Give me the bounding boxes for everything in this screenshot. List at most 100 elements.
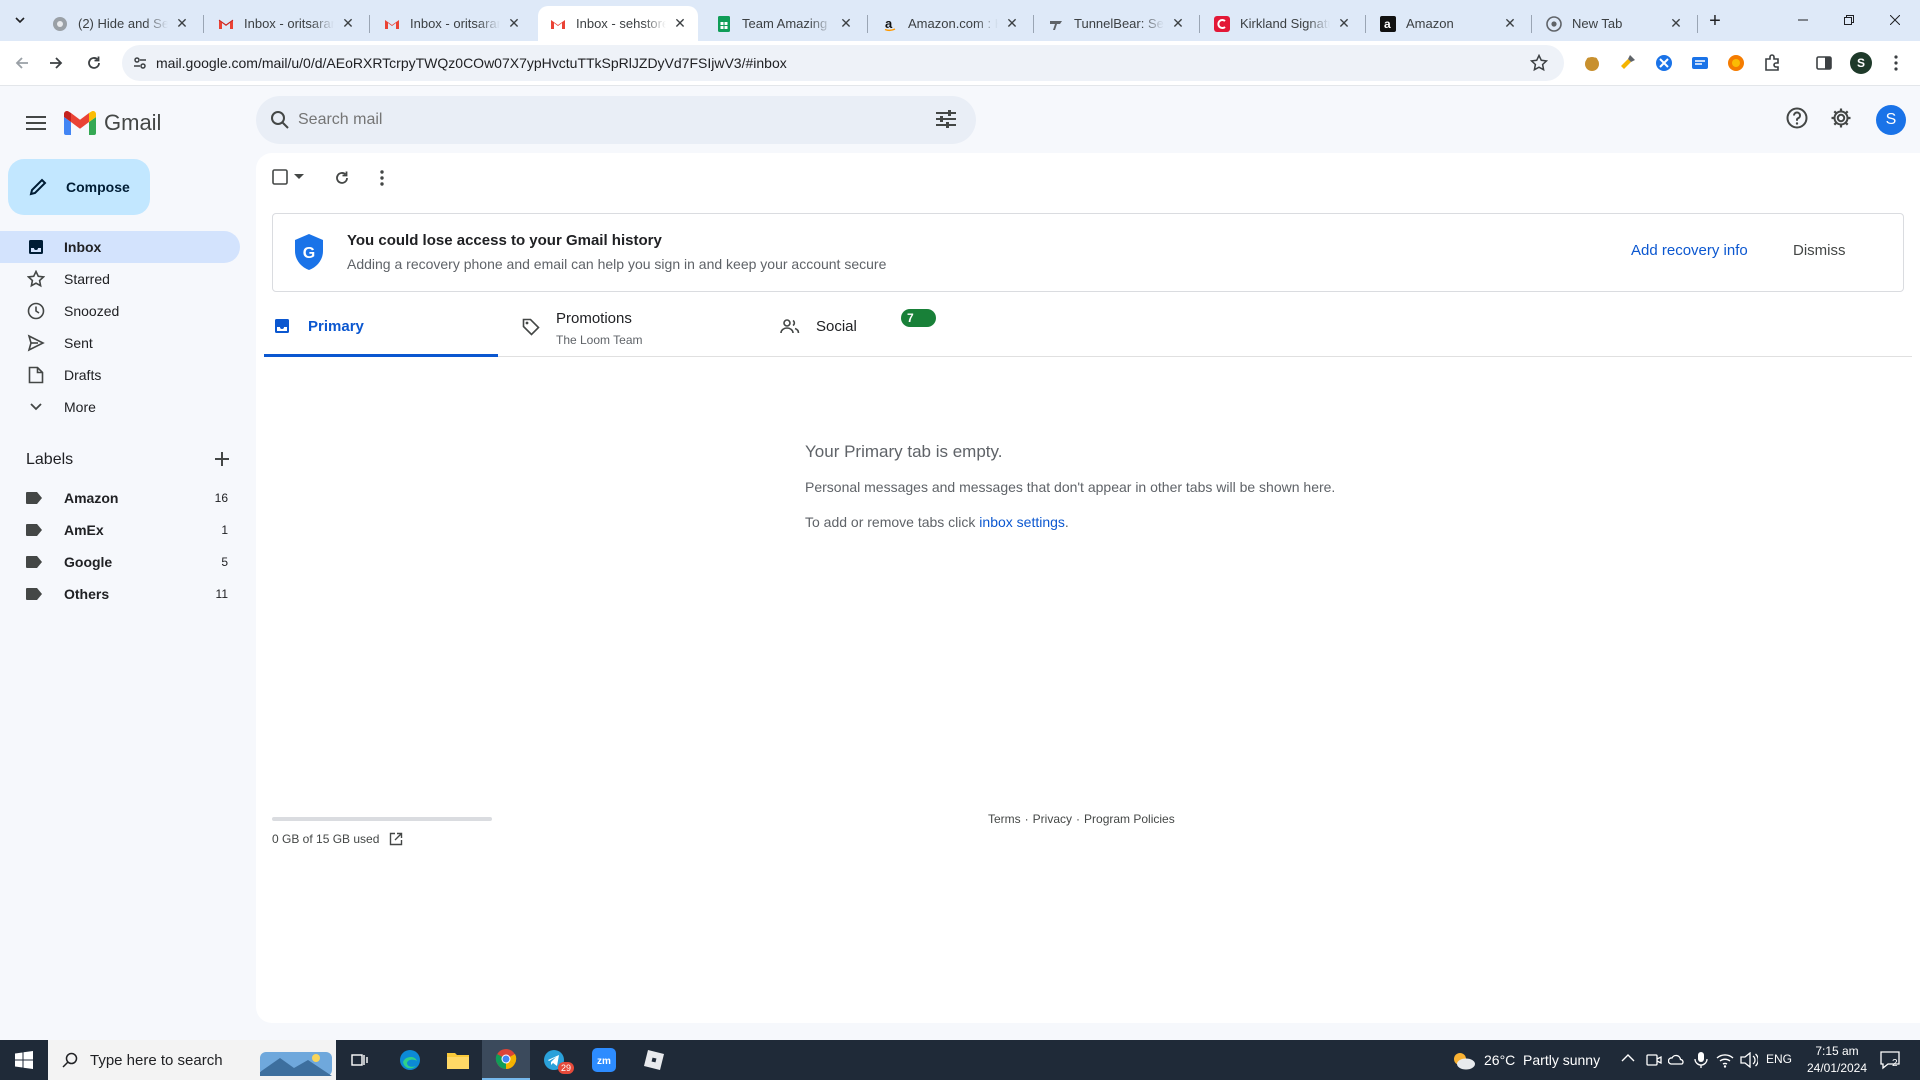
settings-gear-icon[interactable] xyxy=(1830,107,1852,129)
minimize-button[interactable] xyxy=(1780,6,1826,34)
clock[interactable]: 7:15 am 24/01/2024 xyxy=(1800,1043,1874,1077)
browser-tab[interactable]: New Tab ✕ xyxy=(1534,6,1694,41)
more-actions-icon[interactable] xyxy=(380,170,384,186)
label-item-google[interactable]: Google 5 xyxy=(0,546,240,578)
close-icon[interactable]: ✕ xyxy=(672,15,688,32)
close-icon[interactable]: ✕ xyxy=(1170,15,1186,32)
chevron-up-icon[interactable] xyxy=(1621,1053,1635,1063)
weather-text: 26°C Partly sunny xyxy=(1484,1052,1601,1068)
close-icon[interactable]: ✕ xyxy=(1004,15,1020,32)
edge-browser-icon[interactable] xyxy=(386,1040,434,1080)
extension-icon[interactable] xyxy=(1690,53,1710,73)
tab-social[interactable]: Social xyxy=(780,298,1014,357)
extensions-puzzle-icon[interactable] xyxy=(1762,53,1782,73)
meet-now-icon[interactable] xyxy=(1646,1052,1662,1068)
file-explorer-icon[interactable] xyxy=(434,1040,482,1080)
browser-tab[interactable]: a Amazon.com : Kir ✕ xyxy=(870,6,1030,41)
microphone-icon[interactable] xyxy=(1694,1052,1708,1068)
chevron-down-icon xyxy=(15,17,25,24)
forward-button[interactable] xyxy=(40,47,72,79)
nav-label: Snoozed xyxy=(64,303,120,319)
label-item-amex[interactable]: AmEx 1 xyxy=(0,514,240,546)
site-info-icon[interactable] xyxy=(132,55,148,71)
external-link-icon[interactable] xyxy=(389,832,403,846)
browser-tab[interactable]: Team Amazing PF ✕ xyxy=(704,6,864,41)
browser-tab[interactable]: Inbox - oritsaram ✕ xyxy=(206,6,366,41)
main-menu-button[interactable] xyxy=(16,103,56,143)
close-icon[interactable]: ✕ xyxy=(838,15,854,32)
profile-avatar[interactable]: S xyxy=(1850,52,1872,74)
close-icon[interactable]: ✕ xyxy=(506,15,522,32)
wifi-icon[interactable] xyxy=(1716,1052,1734,1068)
label-name: Google xyxy=(64,554,113,570)
extension-icon[interactable] xyxy=(1618,53,1638,73)
nav-starred[interactable]: Starred xyxy=(0,263,240,295)
terms-link[interactable]: Terms xyxy=(988,812,1021,826)
weather-widget[interactable]: 26°C Partly sunny xyxy=(1450,1040,1600,1080)
nav-drafts[interactable]: Drafts xyxy=(0,359,240,391)
roblox-icon[interactable] xyxy=(630,1040,678,1080)
chrome-taskbar-icon[interactable] xyxy=(482,1040,530,1080)
close-icon[interactable]: ✕ xyxy=(1336,15,1352,32)
compose-button[interactable]: Compose xyxy=(8,159,150,215)
browser-tab[interactable]: TunnelBear: Secu ✕ xyxy=(1036,6,1196,41)
refresh-icon[interactable] xyxy=(334,170,350,186)
nav-inbox[interactable]: Inbox xyxy=(0,231,240,263)
close-icon[interactable]: ✕ xyxy=(1668,15,1684,32)
add-label-button[interactable] xyxy=(212,449,232,469)
select-checkbox-dropdown[interactable] xyxy=(272,161,304,193)
help-icon[interactable] xyxy=(1786,107,1808,129)
label-item-amazon[interactable]: Amazon 16 xyxy=(0,482,240,514)
dismiss-button[interactable]: Dismiss xyxy=(1793,242,1846,259)
language-indicator[interactable]: ENG xyxy=(1766,1052,1792,1066)
bookmark-star-icon[interactable] xyxy=(1530,54,1548,72)
browser-tab[interactable]: (2) Hide and Seek ✕ xyxy=(40,6,200,41)
taskbar-search[interactable]: Type here to search xyxy=(48,1040,336,1080)
extension-icon[interactable] xyxy=(1582,53,1602,73)
search-options-icon[interactable] xyxy=(936,110,956,128)
browser-tab[interactable]: Kirkland Signatur ✕ xyxy=(1202,6,1362,41)
privacy-link[interactable]: Privacy xyxy=(1033,812,1072,826)
nav-sent[interactable]: Sent xyxy=(0,327,240,359)
footer-links: Terms · Privacy · Program Policies xyxy=(988,812,1175,826)
inbox-settings-link[interactable]: inbox settings xyxy=(979,514,1065,530)
program-policies-link[interactable]: Program Policies xyxy=(1084,812,1175,826)
back-button[interactable] xyxy=(6,47,38,79)
close-icon[interactable]: ✕ xyxy=(340,15,356,32)
search-bar[interactable] xyxy=(256,96,976,144)
close-icon[interactable]: ✕ xyxy=(1502,15,1518,32)
nav-more[interactable]: More xyxy=(0,391,240,423)
telegram-icon[interactable]: 29 xyxy=(530,1040,578,1080)
tab-title: Inbox - oritsaram xyxy=(244,16,334,31)
browser-tab-active[interactable]: Inbox - sehstores ✕ xyxy=(538,6,698,41)
add-recovery-info-button[interactable]: Add recovery info xyxy=(1631,242,1748,259)
tab-primary[interactable]: Primary xyxy=(264,298,498,357)
volume-icon[interactable] xyxy=(1740,1052,1758,1068)
nav-snoozed[interactable]: Snoozed xyxy=(0,295,240,327)
address-bar[interactable]: mail.google.com/mail/u/0/d/AEoRXRTcrpyTW… xyxy=(122,45,1564,81)
zoom-icon[interactable]: zm xyxy=(580,1040,628,1080)
label-item-others[interactable]: Others 11 xyxy=(0,578,240,610)
gmail-logo[interactable]: Gmail xyxy=(64,107,161,139)
search-input[interactable] xyxy=(298,108,898,132)
tab-promotions[interactable]: Promotions 7 new The Loom Team xyxy=(522,298,937,357)
reload-button[interactable] xyxy=(78,47,110,79)
notifications-icon[interactable]: 2 xyxy=(1880,1050,1900,1070)
hamburger-icon xyxy=(26,116,46,130)
close-window-button[interactable] xyxy=(1872,6,1918,34)
browser-menu-icon[interactable] xyxy=(1886,53,1906,73)
new-tab-button[interactable]: + xyxy=(1702,8,1728,34)
close-icon[interactable]: ✕ xyxy=(174,15,190,32)
start-button[interactable] xyxy=(0,1040,48,1080)
task-view-icon[interactable] xyxy=(336,1040,384,1080)
extension-icon[interactable] xyxy=(1654,53,1674,73)
extension-icon[interactable] xyxy=(1726,53,1746,73)
restore-button[interactable] xyxy=(1826,6,1872,34)
account-avatar[interactable]: S xyxy=(1876,105,1906,135)
onedrive-icon[interactable] xyxy=(1668,1052,1686,1068)
search-icon[interactable] xyxy=(270,110,290,130)
side-panel-icon[interactable] xyxy=(1814,53,1834,73)
browser-tab[interactable]: Inbox - oritsaram ✕ xyxy=(372,6,532,41)
tab-search-button[interactable] xyxy=(8,8,32,32)
browser-tab[interactable]: a Amazon ✕ xyxy=(1368,6,1528,41)
